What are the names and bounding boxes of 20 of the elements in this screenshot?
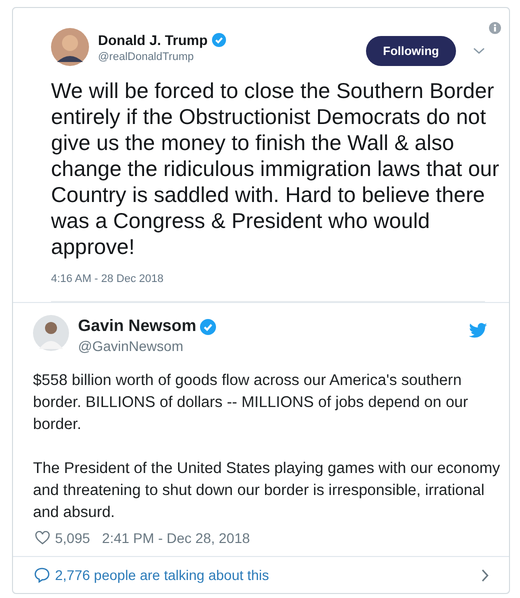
heart-icon[interactable] (35, 531, 50, 545)
like-count[interactable]: 5,095 (55, 530, 90, 546)
comment-icon (34, 567, 50, 583)
info-icon[interactable] (489, 22, 501, 34)
timestamp[interactable]: 4:16 AM - 28 Dec 2018 (51, 273, 164, 285)
avatar[interactable] (51, 28, 89, 66)
author-name[interactable]: Donald J. Trump (98, 32, 208, 48)
chevron-down-icon[interactable] (473, 47, 485, 55)
tweet-text: The President of the United States playing games with our economy and threatening to shut down our border is irresponsible, irrational and absurd. (33, 459, 501, 523)
chevron-right-icon[interactable] (481, 568, 489, 582)
conversation-link[interactable]: 2,776 people are talking about this (55, 567, 481, 583)
author-name[interactable]: Gavin Newsom (78, 317, 196, 336)
timestamp[interactable]: 2:41 PM - Dec 28, 2018 (102, 530, 250, 546)
tweet-text: $558 billion worth of goods flow across our America's southern border. BILLIONS of dollars -- MILLIONS of jobs depend on our border. (33, 371, 470, 435)
tweet-text: We will be forced to close the Southern Border entirely if the Obstructionist Democrats do not give us the money to finish the Wall & also change the ridiculous immigration laws that our Country is saddled with. Hard to believe there was a Congress & President who would approve! (51, 78, 500, 260)
author-handle[interactable]: @GavinNewsom (78, 338, 469, 354)
bird-icon[interactable] (469, 323, 487, 338)
avatar[interactable] (33, 315, 69, 351)
author-handle[interactable]: @realDonaldTrump (98, 50, 366, 62)
following-button[interactable]: Following (366, 36, 456, 66)
